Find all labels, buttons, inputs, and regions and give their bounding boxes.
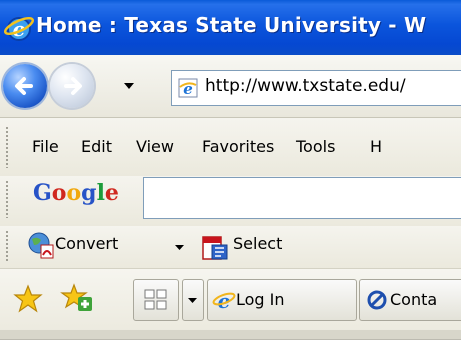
menu-tools[interactable]: Tools (296, 137, 335, 156)
tab-ie-icon: e (212, 289, 236, 311)
ie-logo-icon: e (4, 16, 34, 41)
history-dropdown-icon[interactable] (123, 82, 135, 90)
window-titlebar[interactable]: e Home : Texas State University - W (0, 0, 461, 55)
google-logo-letter: G (33, 180, 52, 206)
menu-help[interactable]: H (370, 137, 382, 156)
tab-label: Conta (390, 290, 438, 309)
google-logo[interactable]: Google (33, 180, 119, 206)
toolbar-grip[interactable] (5, 180, 9, 218)
tab-label: Log In (236, 290, 285, 309)
google-search-input[interactable] (143, 177, 461, 219)
google-logo-letter: g (81, 180, 97, 206)
quick-tabs-icon (144, 289, 167, 310)
google-logo-letter: e (104, 180, 119, 206)
address-bar[interactable]: e http://www.txstate.edu/ (171, 70, 461, 106)
tab-list-dropdown-icon (188, 298, 197, 303)
back-arrow-icon (15, 77, 33, 95)
menu-file[interactable]: File (32, 137, 59, 156)
menu-bar: File Edit View Favorites Tools H (0, 118, 461, 176)
svg-text:e: e (218, 289, 231, 311)
url-text[interactable]: http://www.txstate.edu/ (205, 76, 406, 96)
google-logo-letter: o (66, 180, 82, 206)
select-button[interactable]: Select (233, 234, 282, 253)
quick-tabs-button[interactable] (133, 279, 179, 321)
menu-edit[interactable]: Edit (81, 137, 112, 156)
window-title: Home : Texas State University - W (36, 13, 427, 37)
toolbar-grip[interactable] (5, 230, 9, 262)
pdf-toolbar: Convert Select (0, 226, 461, 269)
tab-log-in[interactable]: e Log In (207, 279, 357, 321)
google-logo-letter: l (96, 180, 105, 206)
forward-button[interactable] (50, 64, 94, 108)
navigation-bar: e http://www.txstate.edu/ (0, 55, 461, 118)
menu-favorites[interactable]: Favorites (202, 137, 274, 156)
forward-arrow-icon (64, 77, 82, 95)
toolbar-grip[interactable] (5, 126, 9, 168)
convert-dropdown-icon[interactable] (174, 244, 185, 251)
google-logo-letter: o (51, 180, 67, 206)
menu-view[interactable]: View (136, 137, 174, 156)
content-separator (0, 330, 461, 339)
tab-list-button[interactable] (182, 279, 204, 321)
add-favorite-icon[interactable] (60, 282, 94, 314)
convert-button[interactable]: Convert (55, 234, 118, 253)
favorites-star-icon[interactable] (13, 284, 43, 314)
select-pdf-icon (202, 236, 228, 260)
tab-contact[interactable]: Conta (359, 279, 461, 321)
tab-contact-icon (367, 290, 387, 310)
page-ie-icon: e (178, 78, 198, 98)
convert-globe-icon (28, 232, 54, 259)
back-button[interactable] (3, 64, 47, 108)
google-toolbar: Google (0, 176, 461, 226)
